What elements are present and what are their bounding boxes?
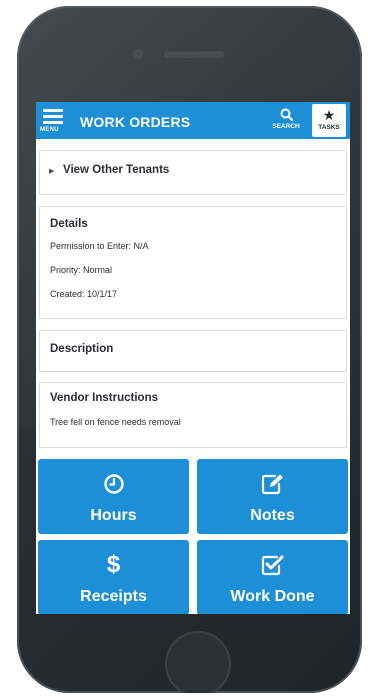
receipts-label: Receipts (80, 588, 147, 605)
dollar-icon: $ (106, 551, 121, 578)
edit-icon (261, 474, 283, 495)
details-panel: Details Permission to Enter: N/A Priorit… (39, 206, 347, 319)
permission-to-enter: Permission to Enter: N/A (50, 241, 149, 251)
receipts-button[interactable]: $ Receipts (38, 540, 189, 614)
vendor-instructions-text: Tree fell on fence needs removal (50, 417, 181, 427)
priority: Priority: Normal (50, 265, 113, 275)
notes-button[interactable]: Notes (197, 459, 348, 534)
tasks-button[interactable]: ★ TASKS (312, 104, 346, 137)
hamburger-icon (43, 109, 63, 127)
vendor-instructions-title: Vendor Instructions (50, 392, 158, 404)
caret-right-icon: ▶ (49, 168, 55, 175)
search-button[interactable]: SEARCH (268, 104, 304, 137)
vendor-instructions-panel: Vendor Instructions Tree fell on fence n… (39, 382, 347, 448)
search-icon (280, 108, 293, 121)
speaker-grille (164, 51, 224, 58)
home-button[interactable] (165, 631, 231, 693)
created-date: Created: 10/1/17 (50, 289, 118, 299)
app-header: MENU WORK ORDERS SEARCH ★ TASKS (36, 102, 350, 139)
hours-label: Hours (90, 507, 137, 524)
description-title: Description (50, 343, 114, 355)
clock-icon (103, 474, 124, 494)
search-label: SEARCH (272, 123, 300, 130)
work-done-label: Work Done (230, 588, 315, 605)
camera (133, 49, 143, 59)
view-other-tenants-toggle[interactable]: ▶ View Other Tenants (39, 150, 347, 195)
work-done-button[interactable]: Work Done (197, 540, 348, 614)
app-screen: MENU WORK ORDERS SEARCH ★ TASKS ▶ View O… (36, 102, 350, 614)
tasks-label: TASKS (318, 124, 340, 131)
menu-label: MENU (40, 127, 59, 133)
checkbox-icon (261, 555, 283, 576)
notes-label: Notes (250, 507, 295, 524)
menu-button[interactable]: MENU (40, 107, 66, 137)
details-title: Details (50, 218, 88, 230)
page-title: WORK ORDERS (80, 114, 191, 130)
view-other-tenants-label: View Other Tenants (63, 164, 170, 176)
star-icon: ★ (322, 107, 336, 123)
description-panel: Description (39, 330, 347, 372)
hours-button[interactable]: Hours (38, 459, 189, 534)
